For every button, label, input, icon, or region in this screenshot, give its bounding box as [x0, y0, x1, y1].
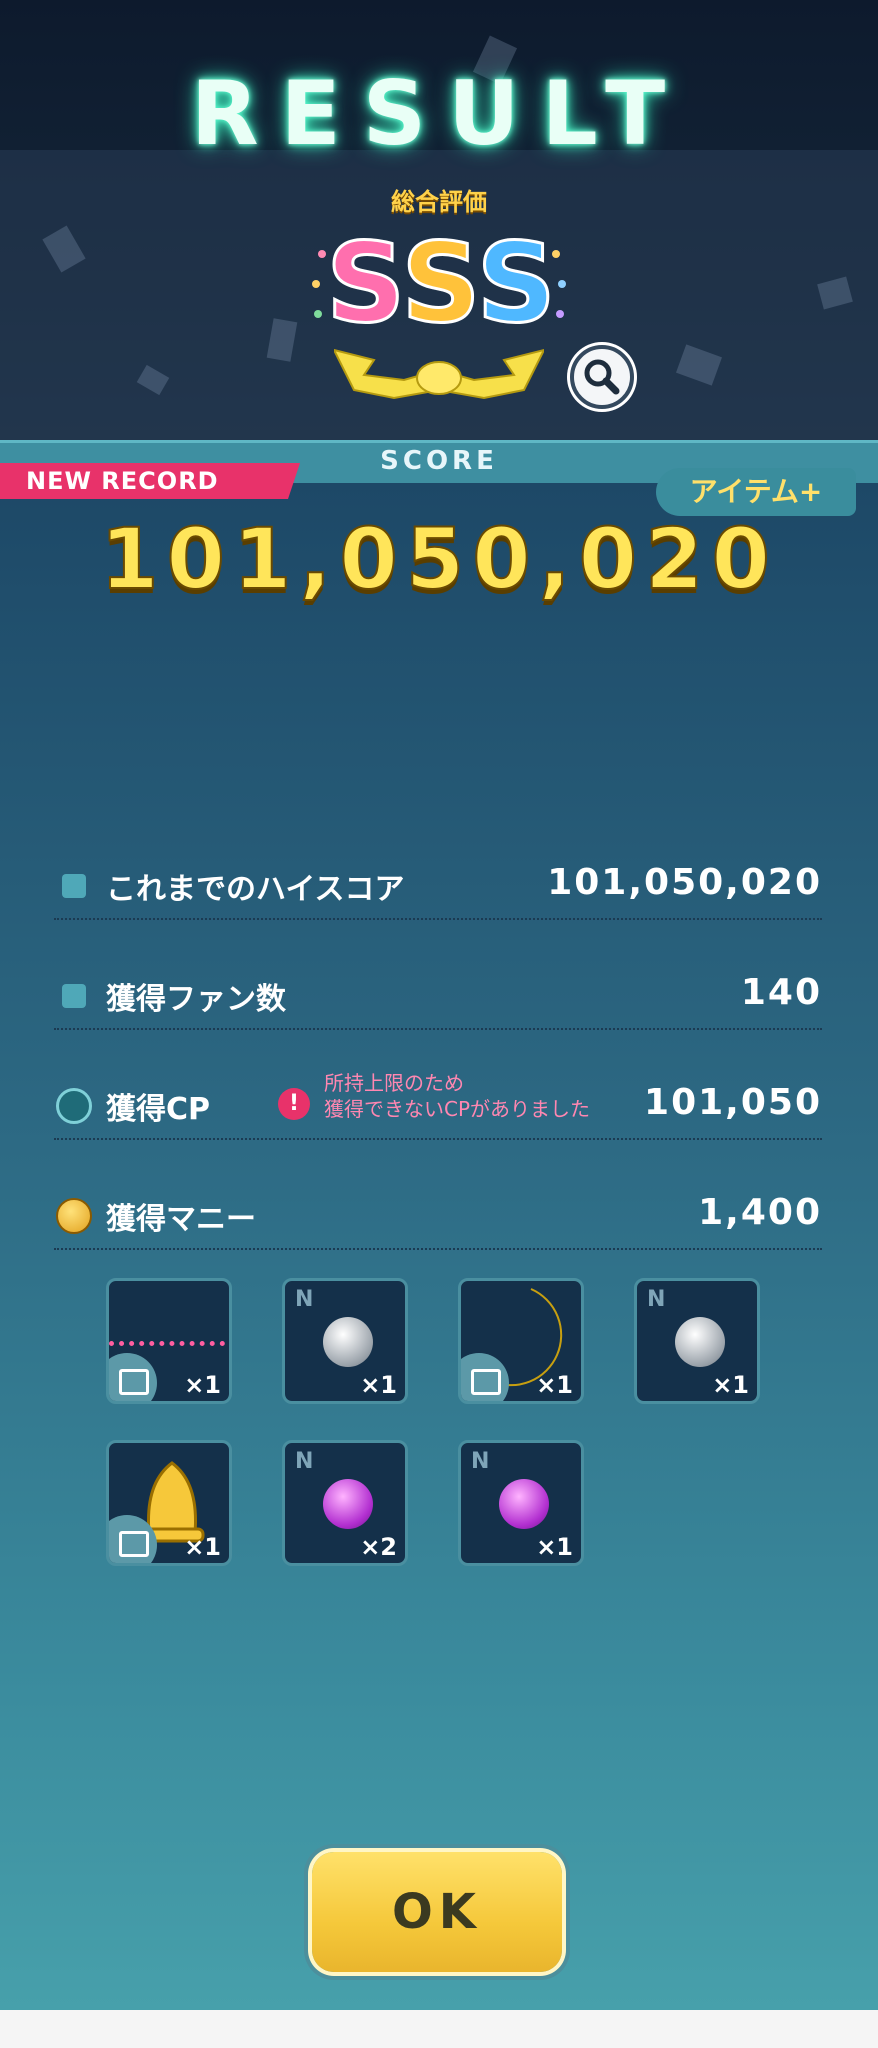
- money-value: 1,400: [698, 1192, 822, 1233]
- magnifier-icon: [584, 359, 620, 395]
- reward-item[interactable]: N ×1: [458, 1440, 584, 1566]
- rarity-label: N: [295, 1287, 314, 1312]
- reward-item[interactable]: ×1: [458, 1278, 584, 1404]
- result-header: RESULT 総合評価 SSS: [0, 0, 878, 440]
- zoom-button[interactable]: [570, 345, 634, 409]
- cp-warning-text: 所持上限のため 獲得できないCPがありました: [324, 1070, 590, 1122]
- high-score-row: これまでのハイスコア 101,050,020: [54, 858, 822, 920]
- item-plus-button[interactable]: アイテム+: [656, 468, 856, 516]
- bottom-strip: [0, 2010, 878, 2048]
- cp-warning-line: 所持上限のため: [324, 1071, 464, 1095]
- reward-qty: ×1: [184, 1533, 221, 1561]
- pink-dot-line-icon: [109, 1341, 229, 1346]
- new-record-badge: NEW RECORD: [0, 463, 300, 499]
- score-value: 101,050,020: [99, 509, 778, 609]
- reward-qty: ×1: [712, 1371, 749, 1399]
- reward-item[interactable]: N ×1: [634, 1278, 760, 1404]
- cp-warning-line: 獲得できないCPがありました: [324, 1097, 591, 1121]
- ribbon-icon: [334, 348, 544, 400]
- purple-orb-icon: [499, 1479, 549, 1529]
- money-coin-icon: [56, 1198, 92, 1234]
- rarity-label: N: [295, 1449, 314, 1474]
- purple-orb-icon: [323, 1479, 373, 1529]
- cp-row: 獲得CP ! 所持上限のため 獲得できないCPがありました 101,050: [54, 1071, 822, 1140]
- cp-icon: [56, 1088, 92, 1124]
- reward-item[interactable]: ×1: [106, 1278, 232, 1404]
- silver-orb-icon: [675, 1317, 725, 1367]
- reward-qty: ×1: [536, 1533, 573, 1561]
- cp-value: 101,050: [644, 1082, 822, 1123]
- rarity-label: N: [647, 1287, 666, 1312]
- result-title: RESULT: [190, 62, 688, 165]
- ticket-icon: [119, 1369, 149, 1395]
- ticket-icon: [471, 1369, 501, 1395]
- ticket-icon: [119, 1531, 149, 1557]
- fans-row: 獲得ファン数 140: [54, 968, 822, 1030]
- reward-item[interactable]: N ×2: [282, 1440, 408, 1566]
- silver-orb-icon: [323, 1317, 373, 1367]
- reward-qty: ×1: [536, 1371, 573, 1399]
- money-label: 獲得マニー: [106, 1202, 256, 1237]
- warning-icon: !: [278, 1088, 310, 1120]
- reward-qty: ×1: [360, 1371, 397, 1399]
- high-score-value: 101,050,020: [547, 862, 822, 903]
- cp-label: 獲得CP: [106, 1092, 211, 1127]
- reward-item[interactable]: ×1: [106, 1440, 232, 1566]
- square-bullet-icon: [62, 874, 86, 898]
- high-score-label: これまでのハイスコア: [106, 872, 405, 907]
- square-bullet-icon: [62, 984, 86, 1008]
- ok-button[interactable]: OK: [312, 1852, 562, 1972]
- money-row: 獲得マニー 1,400: [54, 1188, 822, 1250]
- reward-qty: ×1: [184, 1371, 221, 1399]
- reward-item[interactable]: N ×1: [282, 1278, 408, 1404]
- rarity-label: N: [471, 1449, 490, 1474]
- reward-qty: ×2: [360, 1533, 397, 1561]
- fans-value: 140: [740, 972, 822, 1013]
- rank-badge: SSS: [310, 210, 568, 410]
- fans-label: 獲得ファン数: [106, 982, 286, 1017]
